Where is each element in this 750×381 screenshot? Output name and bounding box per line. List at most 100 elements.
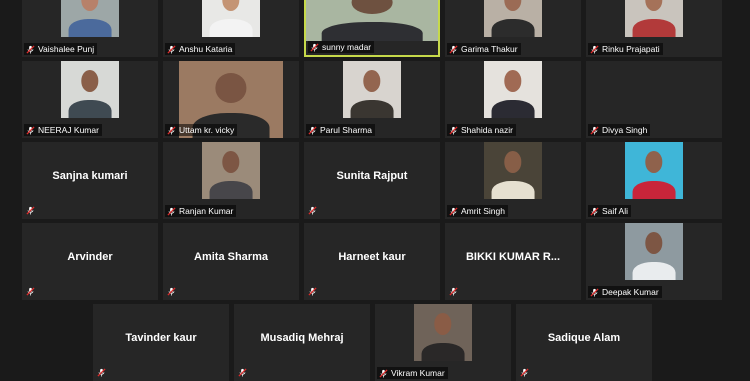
participant-tile[interactable]: Parul Sharma <box>304 61 440 138</box>
participant-tile[interactable]: Vikram Kumar <box>375 304 511 381</box>
person-head <box>645 151 663 173</box>
participant-name: Vaishalee Punj <box>38 44 95 54</box>
person-body <box>491 18 535 37</box>
participant-tile[interactable]: Musadiq Mehraj <box>234 304 370 381</box>
participant-name: Rinku Prajapati <box>602 44 660 54</box>
muted-mic-icon <box>238 368 247 377</box>
participant-name-caption: Deepak Kumar <box>588 286 662 298</box>
participant-video <box>202 0 260 37</box>
person-body <box>350 99 394 118</box>
person-head <box>215 73 247 103</box>
participant-name-caption: Saif Ali <box>588 205 631 217</box>
participant-tile[interactable]: Shahida nazir <box>445 61 581 138</box>
participant-name: Sanjna kumari <box>52 170 128 182</box>
participant-video <box>414 304 472 361</box>
participant-tile[interactable]: Harneet kaur <box>304 223 440 300</box>
participant-name-caption: Shahida nazir <box>447 124 516 136</box>
participant-video <box>61 0 119 37</box>
participant-name-caption: NEERAJ Kumar <box>24 124 102 136</box>
participant-name: Amita Sharma <box>194 251 268 263</box>
participant-tile[interactable]: Amita Sharma <box>163 223 299 300</box>
participant-tile[interactable]: Sadique Alam <box>516 304 652 381</box>
participant-name: Sadique Alam <box>547 332 621 344</box>
person-body <box>209 18 253 37</box>
participant-name-caption: Divya Singh <box>588 124 651 136</box>
muted-mic-icon <box>167 125 176 135</box>
person-head <box>645 0 663 11</box>
participant-tile[interactable]: Anshu Kataria <box>163 0 299 57</box>
participant-video <box>625 0 683 37</box>
participant-tile[interactable]: Arvinder <box>22 223 158 300</box>
muted-mic-icon <box>167 287 176 296</box>
participant-video <box>625 142 683 199</box>
person-head <box>434 313 452 335</box>
participant-name-caption: sunny madar <box>308 41 375 53</box>
participant-name: Parul Sharma <box>320 125 372 135</box>
participant-tile[interactable]: NEERAJ Kumar <box>22 61 158 138</box>
participant-name: Divya Singh <box>602 125 648 135</box>
participant-name: Ranjan Kumar <box>179 206 234 216</box>
participant-name: Tavinder kaur <box>125 332 197 344</box>
participant-tile[interactable]: Ranjan Kumar <box>163 142 299 219</box>
muted-mic-icon <box>26 44 35 54</box>
participant-name-caption: Ranjan Kumar <box>165 205 237 217</box>
participant-video <box>343 61 401 118</box>
participant-video <box>306 0 438 41</box>
participant-tile[interactable]: Amrit Singh <box>445 142 581 219</box>
participant-video <box>484 0 542 37</box>
participant-tile[interactable]: BIKKI KUMAR R... <box>445 223 581 300</box>
person-body <box>68 18 112 37</box>
participant-name: sunny madar <box>322 42 372 52</box>
participant-video <box>484 142 542 199</box>
participant-tile[interactable]: sunny madar <box>304 0 440 57</box>
participant-name: Shahida nazir <box>461 125 513 135</box>
person-head <box>81 0 99 11</box>
participant-tile[interactable]: Uttam kr. vicky <box>163 61 299 138</box>
person-head <box>222 151 240 173</box>
muted-mic-icon <box>308 206 317 215</box>
participant-name: Sunita Rajput <box>336 170 408 182</box>
muted-mic-icon <box>449 44 458 54</box>
muted-mic-icon <box>590 125 599 135</box>
participant-name-caption: Vaishalee Punj <box>24 43 98 55</box>
participant-name: Arvinder <box>67 251 113 263</box>
participant-tile[interactable]: Saif Ali <box>586 142 722 219</box>
person-body <box>421 342 465 361</box>
participant-tile[interactable]: Sanjna kumari <box>22 142 158 219</box>
muted-mic-icon <box>520 368 529 377</box>
person-head <box>645 232 663 254</box>
person-body <box>491 180 535 199</box>
participant-name: Vikram Kumar <box>391 368 445 378</box>
muted-mic-icon <box>26 206 35 215</box>
participant-tile[interactable]: Deepak Kumar <box>586 223 722 300</box>
person-body <box>632 180 676 199</box>
participant-tile[interactable]: Divya Singh <box>586 61 722 138</box>
participant-name: Uttam kr. vicky <box>179 125 235 135</box>
person-head <box>363 70 381 92</box>
participant-name: Saif Ali <box>602 206 628 216</box>
person-body <box>632 261 676 280</box>
muted-mic-icon <box>590 44 599 54</box>
muted-mic-icon <box>26 287 35 296</box>
participant-name-caption: Vikram Kumar <box>377 367 448 379</box>
participant-tile[interactable]: Sunita Rajput <box>304 142 440 219</box>
person-head <box>81 70 99 92</box>
participant-name: Anshu Kataria <box>179 44 233 54</box>
muted-mic-icon <box>308 125 317 135</box>
person-head <box>504 70 522 92</box>
participant-tile[interactable]: Garima Thakur <box>445 0 581 57</box>
participant-video <box>484 61 542 118</box>
person-body <box>632 18 676 37</box>
person-body <box>68 99 112 118</box>
participant-tile[interactable]: Vaishalee Punj <box>22 0 158 57</box>
muted-mic-icon <box>590 287 599 297</box>
participant-name: NEERAJ Kumar <box>38 125 99 135</box>
muted-mic-icon <box>449 206 458 216</box>
participant-name-caption: Rinku Prajapati <box>588 43 663 55</box>
muted-mic-icon <box>590 206 599 216</box>
person-head <box>222 0 240 11</box>
participant-tile[interactable]: Rinku Prajapati <box>586 0 722 57</box>
participant-name-caption: Anshu Kataria <box>165 43 236 55</box>
muted-mic-icon <box>449 287 458 296</box>
participant-tile[interactable]: Tavinder kaur <box>93 304 229 381</box>
